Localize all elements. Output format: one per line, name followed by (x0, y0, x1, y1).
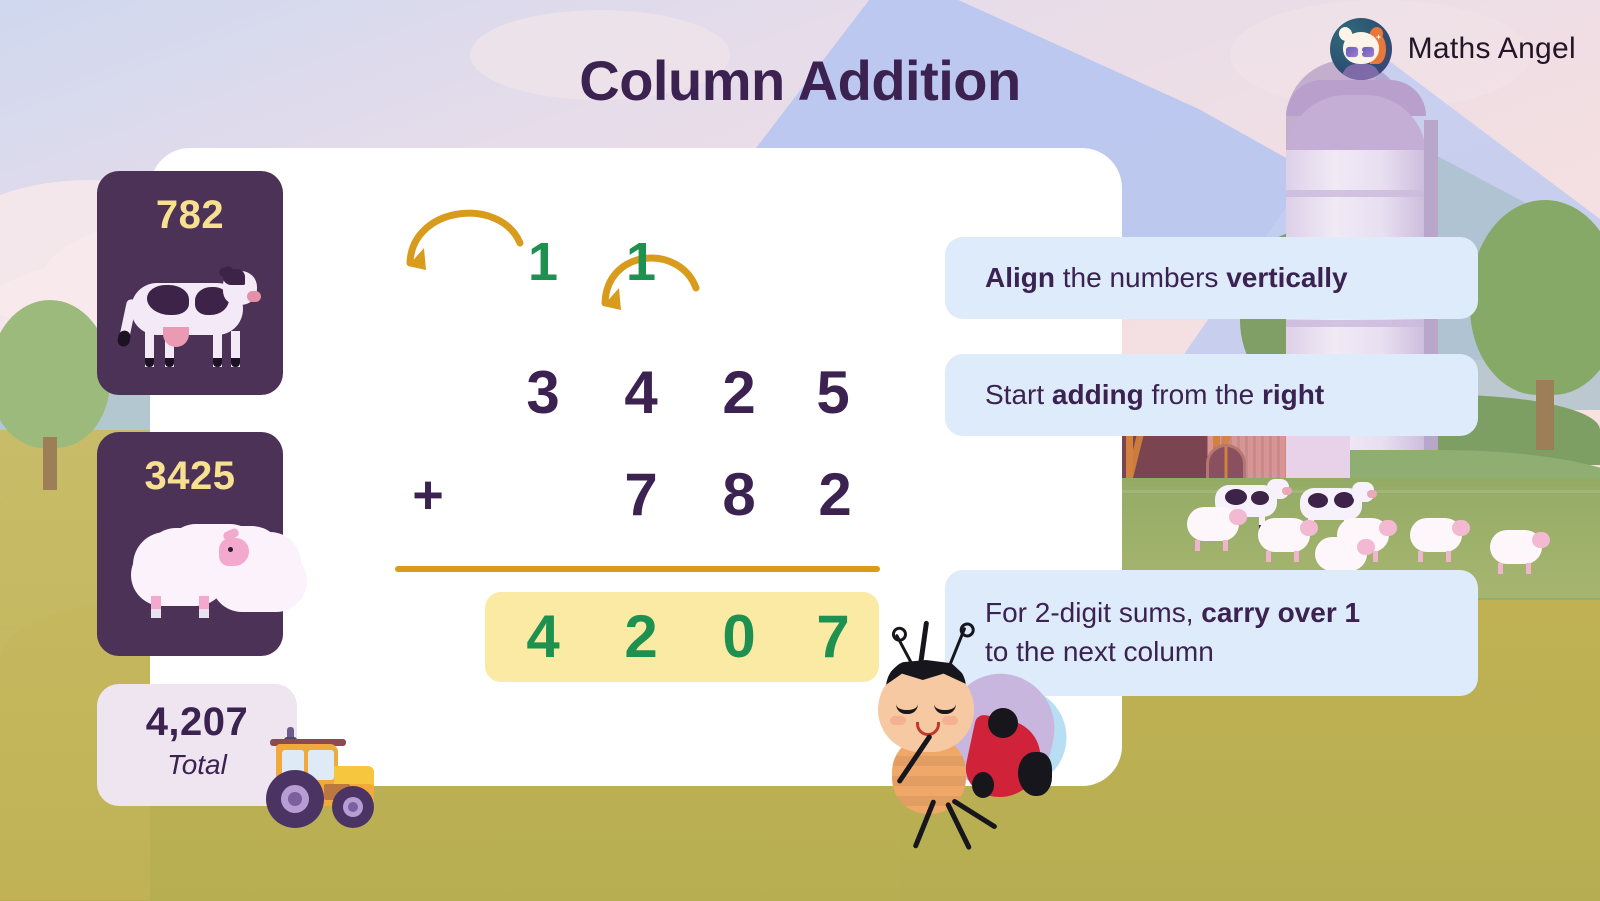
result-digit: 2 (624, 603, 658, 670)
grazing-sheep-icon (1410, 518, 1470, 562)
addend1-digit: 4 (624, 359, 658, 426)
result-digit: 7 (816, 603, 850, 670)
result-highlight-band: 4 2 0 7 (485, 592, 879, 682)
grazing-sheep-icon (1187, 507, 1247, 551)
carry-digit: 1 (625, 232, 657, 292)
addend2-digit: 7 (624, 461, 658, 528)
ladybug-mascot (860, 612, 1080, 851)
grazing-sheep-icon (1315, 537, 1375, 581)
addend2-digit: 8 (722, 461, 756, 528)
brand-name: Maths Angel (1407, 32, 1576, 65)
tree-icon (1470, 200, 1600, 450)
addend1-digit: 2 (722, 359, 756, 426)
result-digit: 4 (526, 603, 560, 670)
addend1-digit: 3 (526, 359, 560, 426)
result-digit: 0 (722, 603, 756, 670)
addend1-digit: 5 (816, 359, 850, 426)
tree-icon (0, 300, 110, 490)
callout-start-right-text: Start adding from the right (985, 378, 1325, 410)
grazing-cow-icon (1300, 482, 1377, 533)
silo-illustration (1286, 320, 1426, 327)
fox-avatar-icon (1329, 18, 1392, 80)
sum-divider-line (395, 566, 880, 572)
addend2-digit: 2 (818, 461, 852, 528)
callout-align: Align the numbers vertically (945, 237, 1478, 319)
callout-align-text: Align the numbers vertically (985, 261, 1348, 293)
addend-row-2: + 7 8 2 (150, 455, 1122, 535)
plus-operator: + (412, 465, 444, 525)
carry-digit: 1 (527, 232, 559, 292)
silo-illustration (1286, 190, 1426, 197)
grazing-sheep-icon (1258, 518, 1318, 562)
brand-logo-group: Maths Angel (1329, 18, 1576, 80)
grazing-sheep-icon (1490, 530, 1550, 574)
callout-start-right: Start adding from the right (945, 354, 1478, 436)
